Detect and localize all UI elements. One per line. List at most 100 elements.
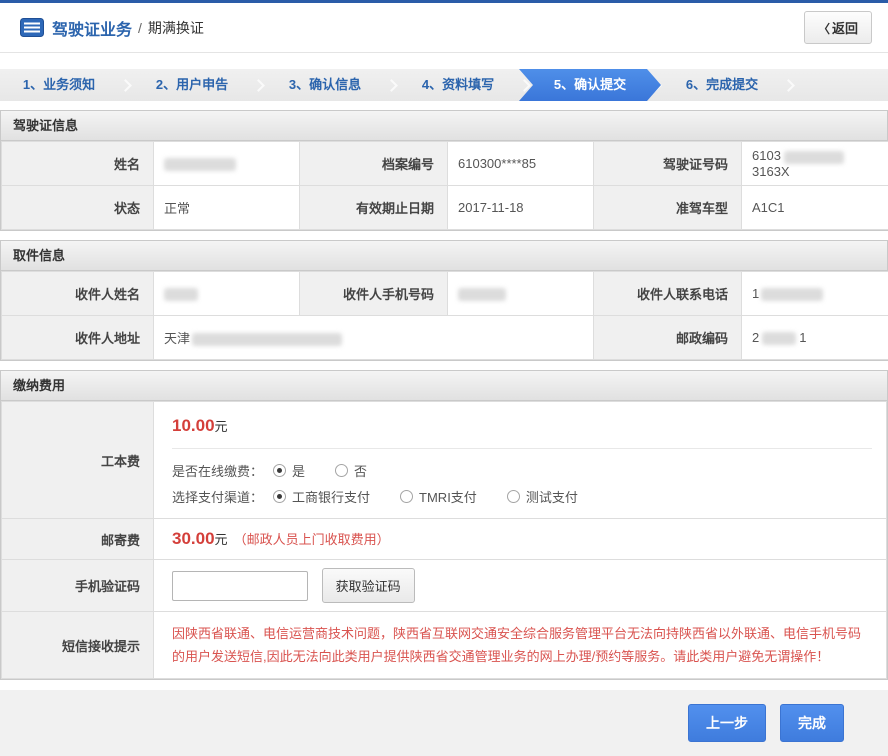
table-row: 姓名 档案编号 610300****85 驾驶证号码 61033163X	[2, 142, 888, 186]
table-row: 状态 正常 有效期止日期 2017-11-18 准驾车型 A1C1	[2, 186, 888, 230]
chevron-separator-icon	[518, 79, 531, 92]
radio-unchecked-icon[interactable]	[335, 464, 348, 477]
file-number-value: 610300****85	[448, 142, 594, 186]
payment-section: 缴纳费用 工本费 10.00元 是否在线缴费： 是 否 选择支付渠道： 工	[0, 370, 888, 680]
captcha-input[interactable]	[172, 571, 308, 601]
step-4-fill-data[interactable]: 4、资料填写	[399, 69, 517, 101]
radio-checked-icon[interactable]	[273, 490, 286, 503]
previous-step-button[interactable]: 上一步	[688, 704, 766, 742]
step-3-confirm-info[interactable]: 3、确认信息	[266, 69, 384, 101]
radio-unchecked-icon[interactable]	[507, 490, 520, 503]
sms-tip-label: 短信接收提示	[2, 612, 154, 679]
captcha-cell: 获取验证码	[154, 560, 887, 612]
table-row: 工本费 10.00元 是否在线缴费： 是 否 选择支付渠道： 工商银行支付 TM…	[2, 402, 887, 519]
card-fee-amount-line: 10.00元	[172, 416, 872, 449]
chevron-separator-icon	[385, 79, 398, 92]
license-info-table: 姓名 档案编号 610300****85 驾驶证号码 61033163X 状态 …	[1, 141, 888, 230]
recipient-mobile-label: 收件人手机号码	[300, 272, 448, 316]
name-label: 姓名	[2, 142, 154, 186]
redacted-value	[458, 288, 506, 301]
table-row: 收件人地址 天津 邮政编码 21	[2, 316, 888, 360]
recipient-address-label: 收件人地址	[2, 316, 154, 360]
recipient-mobile-value	[448, 272, 594, 316]
pay-channel-option-icbc[interactable]: 工商银行支付	[273, 487, 370, 506]
mail-fee-amount: 30.00	[172, 529, 215, 548]
chevron-separator-icon	[782, 79, 795, 92]
step-bar-filler	[796, 69, 888, 101]
table-row: 收件人姓名 收件人手机号码 收件人联系电话 1	[2, 272, 888, 316]
page: 驾驶证业务 / 期满换证 〈返回 1、业务须知 2、用户申告 3、确认信息 4、…	[0, 0, 888, 756]
step-1-business-notice[interactable]: 1、业务须知	[0, 69, 118, 101]
pay-channel-question-row: 选择支付渠道： 工商银行支付 TMRI支付 测试支付	[172, 487, 872, 506]
license-number-value: 61033163X	[742, 142, 888, 186]
license-info-title: 驾驶证信息	[1, 111, 887, 141]
step-progress-bar: 1、业务须知 2、用户申告 3、确认信息 4、资料填写 5、确认提交 6、完成提…	[0, 69, 888, 101]
payment-table: 工本费 10.00元 是否在线缴费： 是 否 选择支付渠道： 工商银行支付 TM…	[1, 401, 887, 679]
mail-fee-unit: 元	[215, 532, 228, 547]
file-number-label: 档案编号	[300, 142, 448, 186]
status-label: 状态	[2, 186, 154, 230]
recipient-address-value: 天津	[154, 316, 594, 360]
pay-channel-option-test[interactable]: 测试支付	[507, 487, 578, 506]
radio-unchecked-icon[interactable]	[400, 490, 413, 503]
online-pay-question: 是否在线缴费：	[172, 461, 263, 480]
online-pay-option-yes[interactable]: 是	[273, 461, 305, 480]
sms-tip-text: 因陕西省联通、电信运营商技术问题，陕西省互联网交通安全综合服务管理平台无法向持陕…	[172, 622, 870, 668]
step-6-complete-submit[interactable]: 6、完成提交	[663, 69, 781, 101]
chevron-separator-icon	[119, 79, 132, 92]
pay-channel-question: 选择支付渠道：	[172, 487, 263, 506]
expiry-date-value: 2017-11-18	[448, 186, 594, 230]
redacted-value	[761, 288, 823, 301]
table-row: 短信接收提示 因陕西省联通、电信运营商技术问题，陕西省互联网交通安全综合服务管理…	[2, 612, 887, 679]
table-row: 邮寄费 30.00元 （邮政人员上门收取费用）	[2, 519, 887, 560]
mail-fee-note: （邮政人员上门收取费用）	[234, 532, 390, 547]
postal-code-value: 21	[742, 316, 888, 360]
online-pay-option-no[interactable]: 否	[335, 461, 367, 480]
redacted-value	[762, 332, 796, 345]
pickup-info-title: 取件信息	[1, 241, 887, 271]
recipient-name-value	[154, 272, 300, 316]
redacted-value	[164, 288, 198, 301]
license-number-label: 驾驶证号码	[594, 142, 742, 186]
finish-button[interactable]: 完成	[780, 704, 844, 742]
expiry-date-label: 有效期止日期	[300, 186, 448, 230]
recipient-phone-value: 1	[742, 272, 888, 316]
postal-code-label: 邮政编码	[594, 316, 742, 360]
back-button-label: 返回	[832, 21, 858, 36]
sms-tip-cell: 因陕西省联通、电信运营商技术问题，陕西省互联网交通安全综合服务管理平台无法向持陕…	[154, 612, 887, 679]
back-button[interactable]: 〈返回	[804, 11, 872, 44]
name-value	[154, 142, 300, 186]
online-pay-option-no-label: 否	[354, 461, 367, 480]
online-pay-option-yes-label: 是	[292, 461, 305, 480]
vehicle-class-label: 准驾车型	[594, 186, 742, 230]
license-info-section: 驾驶证信息 姓名 档案编号 610300****85 驾驶证号码 6103316…	[0, 110, 888, 231]
captcha-label: 手机验证码	[2, 560, 154, 612]
pickup-info-table: 收件人姓名 收件人手机号码 收件人联系电话 1 收件人地址 天津 邮政编码 21	[1, 271, 888, 360]
redacted-value	[192, 333, 342, 346]
redacted-value	[164, 158, 236, 171]
chevron-left-icon: 〈	[818, 22, 830, 36]
card-fee-amount: 10.00	[172, 416, 215, 435]
pay-channel-option-icbc-label: 工商银行支付	[292, 487, 370, 506]
get-captcha-button[interactable]: 获取验证码	[322, 568, 415, 603]
page-title: 驾驶证业务	[52, 16, 132, 40]
recipient-name-label: 收件人姓名	[2, 272, 154, 316]
card-fee-cell: 10.00元 是否在线缴费： 是 否 选择支付渠道： 工商银行支付 TMRI支付…	[154, 402, 887, 519]
vehicle-class-value: A1C1	[742, 186, 888, 230]
radio-checked-icon[interactable]	[273, 464, 286, 477]
footer-action-bar: 上一步 完成	[0, 690, 888, 756]
step-2-user-declaration[interactable]: 2、用户申告	[133, 69, 251, 101]
recipient-phone-label: 收件人联系电话	[594, 272, 742, 316]
payment-title: 缴纳费用	[1, 371, 887, 401]
mail-fee-cell: 30.00元 （邮政人员上门收取费用）	[154, 519, 887, 560]
pay-channel-option-tmri[interactable]: TMRI支付	[400, 487, 477, 506]
step-5-confirm-submit-active[interactable]: 5、确认提交	[519, 69, 661, 101]
breadcrumb-current: 期满换证	[148, 18, 204, 38]
table-row: 手机验证码 获取验证码	[2, 560, 887, 612]
chevron-separator-icon	[252, 79, 265, 92]
online-pay-question-row: 是否在线缴费： 是 否	[172, 461, 872, 480]
license-list-icon	[20, 18, 44, 37]
breadcrumb-separator: /	[138, 20, 142, 36]
mail-fee-label: 邮寄费	[2, 519, 154, 560]
card-fee-label: 工本费	[2, 402, 154, 519]
